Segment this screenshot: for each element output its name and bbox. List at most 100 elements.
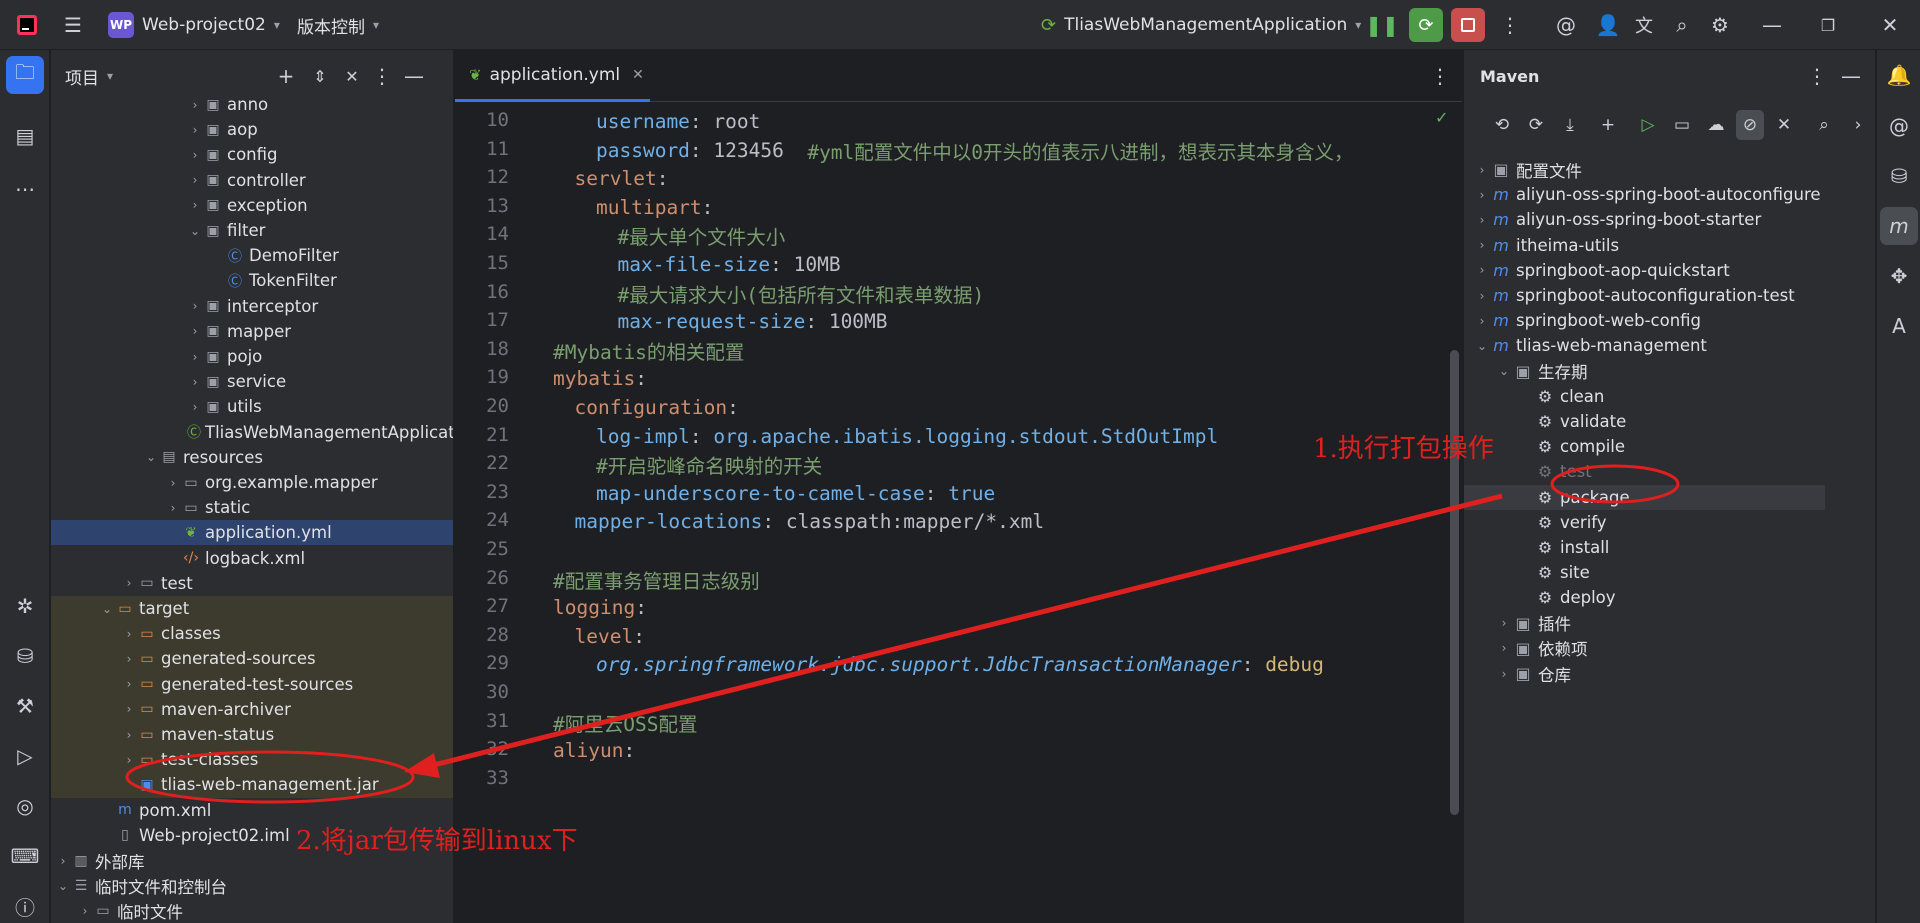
chevron-right-icon[interactable]: ›	[187, 350, 203, 364]
chevron-down-icon[interactable]: ⌄	[187, 224, 203, 238]
restore-icon[interactable]: ❐	[1810, 0, 1846, 50]
project-tree-item[interactable]: ❦ application.yml	[51, 520, 453, 546]
database-icon[interactable]: ⛁	[1880, 157, 1918, 195]
add-user-icon[interactable]: 👤	[1590, 0, 1626, 50]
rerun-button[interactable]: ⟳	[1408, 0, 1444, 50]
bookmarks-icon[interactable]: A	[1880, 307, 1918, 345]
maven-tree-item[interactable]: › m aliyun-oss-spring-boot-autoconfigure	[1464, 182, 1875, 207]
maven-tree-item[interactable]: ⌄ ▣ 生存期	[1464, 359, 1875, 384]
pause-icon[interactable]: ❚❚	[1364, 0, 1400, 50]
analyze-dependencies-icon[interactable]: ⌕	[1810, 110, 1838, 140]
project-tree-item[interactable]: › ▣ mapper	[51, 319, 453, 344]
ai-chat-icon[interactable]: @	[1880, 107, 1918, 145]
project-tree-item[interactable]: › ▭ maven-archiver	[51, 697, 453, 722]
chevron-down-icon[interactable]: ⌄	[99, 602, 115, 616]
chevron-right-icon[interactable]: ›	[121, 677, 137, 691]
project-tree-item[interactable]: Ⓒ TliasWebManagementApplication	[51, 420, 453, 445]
project-tree-item[interactable]: › ▣ pojo	[51, 344, 453, 369]
project-tree-item[interactable]: ⌄ ▭ target	[51, 596, 453, 621]
maven-tree-item[interactable]: ⚙ verify	[1464, 510, 1875, 535]
minimize-icon[interactable]: —	[1754, 0, 1790, 50]
chevron-right-icon[interactable]: ›	[1474, 314, 1490, 328]
project-tree-item[interactable]: › ▭ test	[51, 571, 453, 596]
close-window-icon[interactable]: ✕	[1872, 0, 1908, 50]
maven-tree-item[interactable]: ⚙ validate	[1464, 409, 1875, 434]
project-tree-item[interactable]: › ▣ controller	[51, 168, 453, 193]
project-selector[interactable]: WP Web-project02 ▾	[108, 0, 280, 50]
chevron-down-icon[interactable]: ⌄	[143, 450, 159, 464]
chevron-right-icon[interactable]: ›	[121, 702, 137, 716]
project-tree-item[interactable]: › ▭ generated-sources	[51, 646, 453, 671]
download-icon[interactable]: ⤓	[1556, 110, 1584, 140]
project-tree-item[interactable]: Ⓒ TokenFilter	[51, 268, 453, 293]
main-menu-icon[interactable]: ☰	[55, 0, 91, 50]
database-tool-icon[interactable]: ⛁	[6, 637, 44, 675]
vcs-menu[interactable]: 版本控制 ▾	[297, 0, 379, 50]
chevron-down-icon[interactable]: ⌄	[55, 879, 71, 893]
code-content[interactable]: username: root password: 123456 #yml配置文件中…	[553, 102, 1462, 923]
maven-tree-item[interactable]: ⚙ site	[1464, 560, 1875, 585]
chevron-right-icon[interactable]: ›	[121, 728, 137, 742]
run-config-selector[interactable]: ⟳ TliasWebManagementApplication ▾	[1041, 0, 1361, 50]
chevron-right-icon[interactable]: ›	[121, 652, 137, 666]
chevron-right-icon[interactable]: ›	[55, 854, 71, 868]
collapse-icon[interactable]: ✕	[1770, 110, 1798, 140]
chevron-right-icon[interactable]: ›	[121, 627, 137, 641]
execute-goal-icon[interactable]: ▭	[1668, 110, 1696, 140]
chevron-right-icon[interactable]: ›	[187, 400, 203, 414]
editor-tab-application-yml[interactable]: ❦ application.yml ✕	[455, 50, 650, 102]
maven-tree-item[interactable]: ⚙ compile	[1464, 434, 1875, 459]
chevron-right-icon[interactable]: ›	[1474, 238, 1490, 252]
app-logo-icon[interactable]	[12, 0, 42, 50]
add-maven-project-icon[interactable]: +	[1594, 110, 1622, 140]
build-tool-icon[interactable]: ⚒	[6, 687, 44, 725]
services-tool-icon[interactable]: ◎	[6, 787, 44, 825]
chevron-right-icon[interactable]: ›	[1496, 616, 1512, 630]
ai-assistant-icon[interactable]: @	[1548, 0, 1584, 50]
skip-tests-icon[interactable]: ⊘	[1736, 110, 1764, 140]
chevron-right-icon[interactable]: ›	[1474, 188, 1490, 202]
project-tree-item[interactable]: › ▣ exception	[51, 193, 453, 218]
chevron-right-icon[interactable]: ›	[1474, 289, 1490, 303]
project-tree-item[interactable]: › ▭ maven-status	[51, 722, 453, 747]
chevron-right-icon[interactable]: ›	[165, 476, 181, 490]
settings-gear-icon[interactable]: ⚙	[1702, 0, 1738, 50]
maven-tree-item[interactable]: › m springboot-web-config	[1464, 308, 1875, 333]
maven-options-icon[interactable]: ⋮	[1804, 50, 1830, 102]
maven-tree-item[interactable]: ⌄ m tlias-web-management	[1464, 333, 1875, 358]
maven-tree-item[interactable]: › ▣ 插件	[1464, 611, 1875, 636]
chevron-right-icon[interactable]: ›	[121, 753, 137, 767]
maven-tree-item[interactable]: › ▣ 依赖项	[1464, 636, 1875, 661]
chevron-right-icon[interactable]: ›	[187, 98, 203, 112]
maven-tree-item[interactable]: › ▣ 仓库	[1464, 661, 1875, 686]
project-tree-item[interactable]: ⌄ ☰ 临时文件和控制台	[51, 873, 453, 898]
tab-options-icon[interactable]: ⋮	[1430, 50, 1450, 102]
close-tab-icon[interactable]: ✕	[632, 67, 644, 83]
maven-tool-icon[interactable]: m	[1880, 207, 1918, 245]
project-tree-item[interactable]: ⌄ ▤ resources	[51, 445, 453, 470]
maven-tree-item[interactable]: › m itheima-utils	[1464, 233, 1875, 258]
chevron-right-icon[interactable]: ›	[165, 501, 181, 515]
translate-icon[interactable]: 文	[1626, 0, 1662, 50]
more-arrow-icon[interactable]: ›	[1844, 110, 1872, 140]
chevron-right-icon[interactable]: ›	[1474, 263, 1490, 277]
project-tree-item[interactable]: Ⓒ DemoFilter	[51, 243, 453, 268]
maven-tree-item[interactable]: ⚙ test	[1464, 459, 1875, 484]
chevron-right-icon[interactable]: ›	[187, 299, 203, 313]
more-tools-icon[interactable]: ⋯	[6, 170, 44, 208]
project-tree-item[interactable]: ⌄ ▣ filter	[51, 218, 453, 243]
project-tree-item[interactable]: › ▣ aop	[51, 117, 453, 142]
chevron-right-icon[interactable]: ›	[1496, 641, 1512, 655]
run-tool-icon[interactable]: ▷	[6, 737, 44, 775]
maven-tree-item[interactable]: › m springboot-aop-quickstart	[1464, 258, 1875, 283]
project-tree-item[interactable]: › ▭ generated-test-sources	[51, 672, 453, 697]
chevron-right-icon[interactable]: ›	[187, 173, 203, 187]
debug-tool-icon[interactable]: ✲	[6, 587, 44, 625]
problems-tool-icon[interactable]: ⓘ	[6, 887, 44, 923]
project-tree-item[interactable]: › ▣ utils	[51, 394, 453, 419]
chevron-right-icon[interactable]: ›	[187, 148, 203, 162]
structure-tool-icon[interactable]: ▤	[6, 117, 44, 155]
project-tool-icon[interactable]: 🗀	[6, 56, 44, 94]
project-tree-item[interactable]: › ▭ classes	[51, 621, 453, 646]
offline-mode-icon[interactable]: ☁	[1702, 110, 1730, 140]
